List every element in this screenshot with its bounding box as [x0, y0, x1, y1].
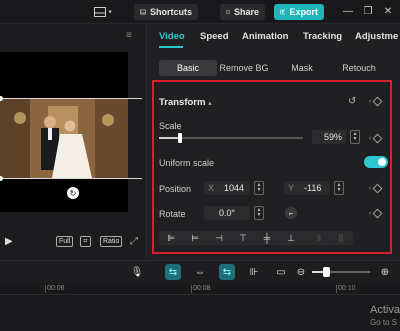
- share-icon: [226, 10, 230, 14]
- tab-speed[interactable]: Speed: [200, 31, 229, 42]
- uniform-scale-toggle[interactable]: [364, 156, 388, 168]
- bounding-box-top: [0, 98, 142, 99]
- snap-icon[interactable]: ⇆: [219, 264, 235, 280]
- link-icon[interactable]: ⇔: [192, 264, 208, 280]
- position-x-field[interactable]: X 1044: [204, 181, 250, 195]
- time-tick: 00:06: [47, 285, 65, 292]
- video-frame[interactable]: [0, 98, 128, 178]
- rotate-stepper[interactable]: ▴ ▾: [254, 206, 264, 220]
- transform-label: Transform: [159, 97, 206, 108]
- time-tick: 00:10: [338, 285, 356, 292]
- reset-icon[interactable]: ↺: [348, 96, 356, 107]
- timeline-ruler-line: [0, 294, 400, 295]
- rotate-value-field[interactable]: 0.0°: [204, 206, 250, 220]
- export-button[interactable]: Export: [274, 4, 324, 20]
- scale-stepper[interactable]: ▴ ▾: [350, 130, 360, 144]
- split-icon[interactable]: ⊪: [246, 264, 262, 280]
- tab-tracking[interactable]: Tracking: [303, 31, 342, 42]
- rotate-label: Rotate: [159, 209, 186, 219]
- tab-adjustment[interactable]: Adjustme: [355, 31, 398, 42]
- subtab-retouch[interactable]: Retouch: [330, 60, 388, 76]
- align-center-h-icon[interactable]: ⊨: [187, 232, 203, 244]
- align-left-icon[interactable]: ⊫: [163, 232, 179, 244]
- y-axis-label: Y: [288, 183, 295, 193]
- minimize-icon[interactable]: —: [342, 6, 354, 18]
- activation-watermark-title: Activa: [370, 304, 400, 316]
- share-label: Share: [233, 7, 259, 17]
- ratio-button[interactable]: Ratio: [100, 236, 123, 247]
- restore-icon[interactable]: ❐: [362, 6, 374, 18]
- export-icon: [280, 9, 286, 15]
- scale-value-field[interactable]: 59%: [312, 130, 346, 144]
- bounding-box-bottom: [0, 178, 142, 179]
- time-tick: 00:08: [193, 285, 211, 292]
- tab-video[interactable]: Video: [159, 31, 185, 42]
- x-value: 1044: [224, 183, 245, 193]
- crop-icon[interactable]: ⌗: [80, 236, 91, 247]
- x-stepper[interactable]: ▴ ▾: [254, 181, 264, 195]
- tab-animation[interactable]: Animation: [242, 31, 288, 42]
- align-right-icon[interactable]: ⊣: [211, 232, 227, 244]
- subtab-mask[interactable]: Mask: [273, 60, 331, 76]
- position-label: Position: [159, 184, 192, 194]
- export-label: Export: [289, 7, 318, 17]
- rotate-keyframe[interactable]: ‹: [364, 208, 386, 218]
- uniform-scale-label: Uniform scale: [159, 158, 215, 168]
- shortcuts-button[interactable]: Shortcuts: [134, 4, 198, 20]
- layout-icon[interactable]: ▾: [92, 4, 114, 20]
- full-button[interactable]: Full: [56, 236, 74, 247]
- distribute-h-icon[interactable]: ⫴: [311, 232, 327, 244]
- active-tab-indicator: [159, 46, 183, 48]
- subtab-basic[interactable]: Basic: [159, 60, 217, 76]
- y-stepper[interactable]: ▴ ▾: [334, 181, 344, 195]
- scale-keyframe[interactable]: ‹: [364, 133, 386, 143]
- tick-mark: [191, 285, 192, 293]
- close-icon[interactable]: ✕: [382, 6, 394, 18]
- microphone-icon[interactable]: 🎙: [129, 264, 145, 280]
- distribute-v-icon[interactable]: ⫼: [333, 232, 349, 244]
- keyframe-icon: [372, 183, 383, 193]
- position-keyframe[interactable]: ‹: [364, 183, 386, 193]
- tick-mark: [45, 285, 46, 293]
- align-center-v-icon[interactable]: ╪: [259, 232, 275, 244]
- rotate-handle-icon[interactable]: ↻: [67, 187, 79, 199]
- top-bar: ▾ Shortcuts Share Export — ❐ ✕: [0, 0, 400, 24]
- fullscreen-icon[interactable]: ⤢: [130, 236, 138, 247]
- transform-title[interactable]: Transform ▴: [159, 97, 212, 108]
- zoom-in-icon[interactable]: ⊕: [377, 264, 393, 280]
- wedding-couple-image: [0, 98, 128, 178]
- keyframe-icon: [372, 96, 383, 106]
- zoom-slider-thumb[interactable]: [323, 267, 330, 277]
- scale-slider-fill: [159, 137, 180, 139]
- keyframe-icon: [372, 133, 383, 143]
- x-axis-label: X: [208, 183, 215, 193]
- shortcuts-label: Shortcuts: [149, 7, 192, 17]
- keyframe-nav[interactable]: ‹: [364, 96, 386, 106]
- align-top-icon[interactable]: ⊤: [235, 232, 251, 244]
- tick-mark: [336, 285, 337, 293]
- y-value: -116: [304, 183, 322, 193]
- zoom-out-icon[interactable]: ⊖: [293, 264, 309, 280]
- share-button[interactable]: Share: [220, 4, 265, 20]
- scale-label: Scale: [159, 121, 182, 131]
- scale-slider-thumb[interactable]: [178, 133, 182, 143]
- play-icon[interactable]: ▶: [5, 236, 13, 247]
- rotate-dial-icon[interactable]: ⌐: [285, 207, 297, 219]
- align-bottom-icon[interactable]: ⊥: [283, 232, 299, 244]
- subtab-remove-bg[interactable]: Remove BG: [215, 60, 273, 76]
- preview-icon[interactable]: ▭: [273, 264, 289, 280]
- menu-icon[interactable]: ≡: [126, 30, 132, 41]
- keyboard-icon: [140, 9, 146, 15]
- keyframe-icon: [372, 208, 383, 218]
- collapse-caret-icon: ▴: [208, 100, 212, 107]
- magnet-icon[interactable]: ⇆: [165, 264, 181, 280]
- position-y-field[interactable]: Y -116: [284, 181, 330, 195]
- activation-watermark-subtitle: Go to S: [370, 318, 398, 327]
